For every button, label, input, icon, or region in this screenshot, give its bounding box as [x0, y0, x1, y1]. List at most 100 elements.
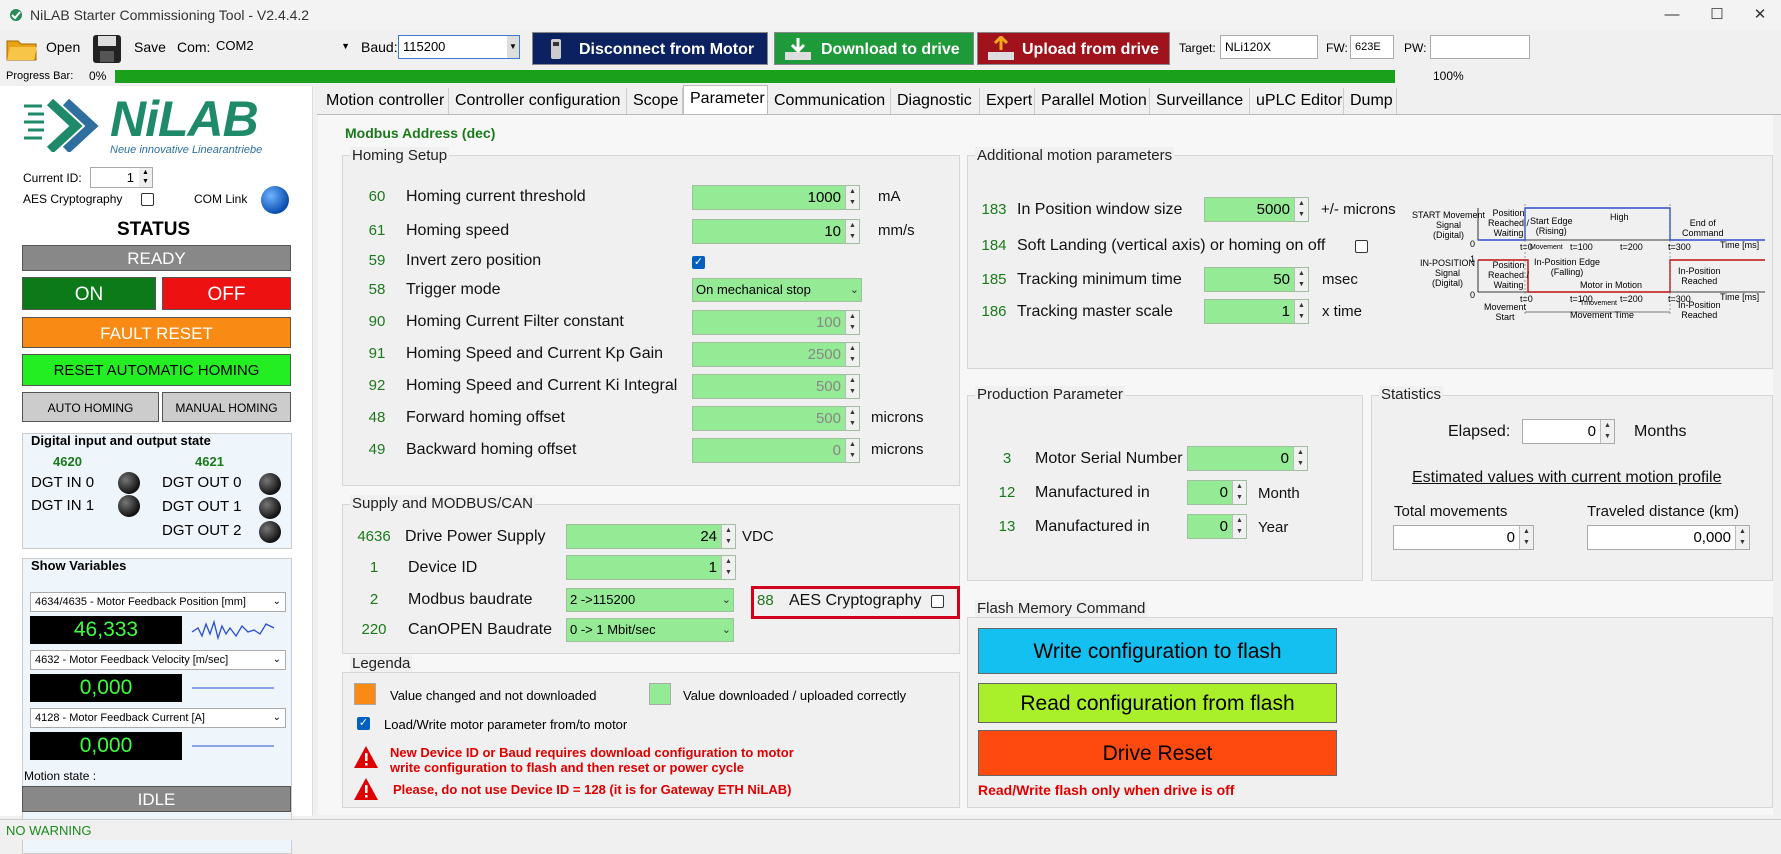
elapsed-input[interactable]: 0 ▲ ▼ [1522, 419, 1615, 444]
homing-label: Homing current threshold [406, 188, 586, 205]
app-icon [10, 9, 22, 21]
tab-surveillance[interactable]: Surveillance [1150, 88, 1250, 114]
spinner-icon[interactable]: ▲ ▼ [1232, 515, 1246, 538]
spinner-icon[interactable]: ▲ ▼ [845, 311, 859, 334]
homing-input[interactable]: 10 ▲ ▼ [692, 219, 860, 244]
additional-address: 185 [981, 271, 1007, 288]
homing-label: Homing Speed and Current Ki Integral [406, 377, 678, 394]
homing-input[interactable]: 1000 ▲ ▼ [692, 185, 860, 210]
supply-select[interactable]: 0 -> 1 Mbit/sec ⌄ [566, 618, 734, 642]
fault-reset-button[interactable]: FAULT RESET [22, 317, 291, 348]
save-button[interactable]: Save [90, 34, 166, 64]
distance-label: Traveled distance (km) [1587, 503, 1739, 520]
legend-downloaded-swatch [649, 683, 671, 705]
progress-start: 0% [89, 69, 107, 83]
spinner-icon[interactable]: ▲ ▼ [1294, 198, 1308, 221]
homing-input[interactable]: 500 ▲ ▼ [692, 374, 860, 399]
on-button[interactable]: ON [22, 277, 156, 310]
load-write-label: Load/Write motor parameter from/to motor [384, 717, 628, 732]
trigger-mode-select[interactable]: On mechanical stop ⌄ [692, 278, 862, 302]
baud-select[interactable]: 115200 ▼ [398, 35, 520, 59]
window-title: NiLAB Starter Commissioning Tool - V2.4.… [30, 7, 310, 23]
reset-homing-button[interactable]: RESET AUTOMATIC HOMING [22, 354, 291, 386]
tab-dump[interactable]: Dump [1344, 88, 1397, 114]
tab-scope[interactable]: Scope [627, 88, 683, 114]
homing-input[interactable]: 0 ▲ ▼ [692, 438, 860, 463]
production-input[interactable]: 0 ▲ ▼ [1187, 514, 1247, 539]
distance-input[interactable]: 0,000 ▲ ▼ [1587, 525, 1750, 550]
supply-input[interactable]: 24 ▲ ▼ [566, 524, 736, 549]
chevron-down-icon: ▼ [507, 36, 519, 58]
manual-homing-button[interactable]: MANUAL HOMING [162, 392, 291, 422]
trigger-mode-value: On mechanical stop [696, 282, 811, 297]
tab-diagnostic[interactable]: Diagnostic [891, 88, 980, 114]
soft-landing-checkbox[interactable] [1355, 240, 1368, 253]
spinner-icon[interactable]: ▲ ▼ [845, 375, 859, 398]
dgt-in-1-label: DGT IN 1 [31, 497, 95, 514]
production-input[interactable]: 0 ▲ ▼ [1187, 446, 1308, 471]
open-button[interactable]: Open [4, 34, 80, 64]
supply-select[interactable]: 2 ->115200 ⌄ [566, 588, 734, 612]
tab-parameter[interactable]: Parameter [683, 85, 768, 115]
write-flash-button[interactable]: Write configuration to flash [978, 628, 1337, 674]
elapsed-value: 0 [1587, 423, 1596, 440]
spinner-icon[interactable]: ▲ ▼ [721, 556, 735, 579]
auto-homing-button[interactable]: AUTO HOMING [22, 392, 159, 422]
spinner-icon[interactable]: ▲ ▼ [1294, 300, 1308, 323]
baud-label: Baud: [361, 39, 398, 55]
additional-input[interactable]: 1 ▲ ▼ [1204, 299, 1309, 324]
var-select-3[interactable]: 4128 - Motor Feedback Current [A] ⌄ [30, 708, 286, 728]
homing-input[interactable]: 2500 ▲ ▼ [692, 342, 860, 367]
spinner-icon[interactable]: ▲ ▼ [1232, 481, 1246, 504]
pw-field[interactable] [1430, 35, 1530, 59]
modbus-header: Modbus Address (dec) [345, 125, 496, 141]
read-flash-button[interactable]: Read configuration from flash [978, 683, 1337, 723]
spinner-icon[interactable]: ▲ ▼ [1294, 268, 1308, 291]
aes-checkbox[interactable] [141, 193, 154, 206]
production-input[interactable]: 0 ▲ ▼ [1187, 480, 1247, 505]
additional-input[interactable]: 5000 ▲ ▼ [1204, 197, 1309, 222]
maximize-button[interactable]: ☐ [1697, 4, 1737, 26]
production-label: Motor Serial Number [1035, 450, 1183, 467]
var-select-1[interactable]: 4634/4635 - Motor Feedback Position [mm]… [30, 592, 286, 612]
var-select-2[interactable]: 4632 - Motor Feedback Velocity [m/sec] ⌄ [30, 650, 286, 670]
additional-input[interactable]: 50 ▲ ▼ [1204, 267, 1309, 292]
tab-parallel-motion[interactable]: Parallel Motion [1035, 88, 1150, 114]
aes-param-checkbox[interactable] [931, 595, 944, 608]
spinner-icon[interactable]: ▲ ▼ [845, 407, 859, 430]
dgt-out-1-label: DGT OUT 1 [162, 498, 242, 515]
tab-motion-controller[interactable]: Motion controller [320, 88, 449, 114]
invert-zero-checkbox[interactable]: ✓ [692, 256, 705, 269]
spinner-icon[interactable]: ▲ ▼ [845, 220, 859, 243]
tab-controller-configuration[interactable]: Controller configuration [449, 88, 627, 114]
disconnect-button[interactable]: Disconnect from Motor [532, 32, 768, 65]
minimize-button[interactable]: — [1652, 4, 1692, 26]
off-button[interactable]: OFF [162, 277, 291, 310]
homing-input[interactable]: 100 ▲ ▼ [692, 310, 860, 335]
supply-input[interactable]: 1 ▲ ▼ [566, 555, 736, 580]
spinner-icon[interactable]: ▲ ▼ [1519, 526, 1533, 549]
spinner-icon[interactable]: ▲ ▼ [139, 168, 152, 187]
tab-uplc-editor[interactable]: uPLC Editor [1250, 88, 1344, 114]
current-id-input[interactable]: 1 ▲ ▼ [90, 167, 153, 188]
tab-communication[interactable]: Communication [768, 88, 891, 114]
spinner-icon[interactable]: ▲ ▼ [1293, 447, 1307, 470]
spinner-icon[interactable]: ▲ ▼ [1600, 420, 1614, 443]
diagram-motor-motion: Motor in Motion [1580, 280, 1643, 290]
com-select[interactable]: COM2 ▼ [212, 35, 352, 59]
spinner-icon[interactable]: ▲ ▼ [845, 439, 859, 462]
spinner-icon[interactable]: ▲ ▼ [721, 525, 735, 548]
download-button[interactable]: Download to drive [774, 32, 974, 65]
diagram-text: Waiting [1493, 280, 1524, 290]
drive-reset-button[interactable]: Drive Reset [978, 730, 1337, 776]
spinner-icon[interactable]: ▲ ▼ [1735, 526, 1749, 549]
tab-expert[interactable]: Expert [980, 88, 1035, 114]
load-write-checkbox[interactable]: ✓ [357, 717, 370, 730]
total-movements-input[interactable]: 0 ▲ ▼ [1393, 525, 1534, 550]
close-button[interactable]: ✕ [1740, 4, 1780, 26]
upload-button[interactable]: Upload from drive [977, 32, 1170, 65]
homing-value: 2500 [807, 346, 841, 363]
homing-input[interactable]: 500 ▲ ▼ [692, 406, 860, 431]
spinner-icon[interactable]: ▲ ▼ [845, 343, 859, 366]
spinner-icon[interactable]: ▲ ▼ [845, 186, 859, 209]
